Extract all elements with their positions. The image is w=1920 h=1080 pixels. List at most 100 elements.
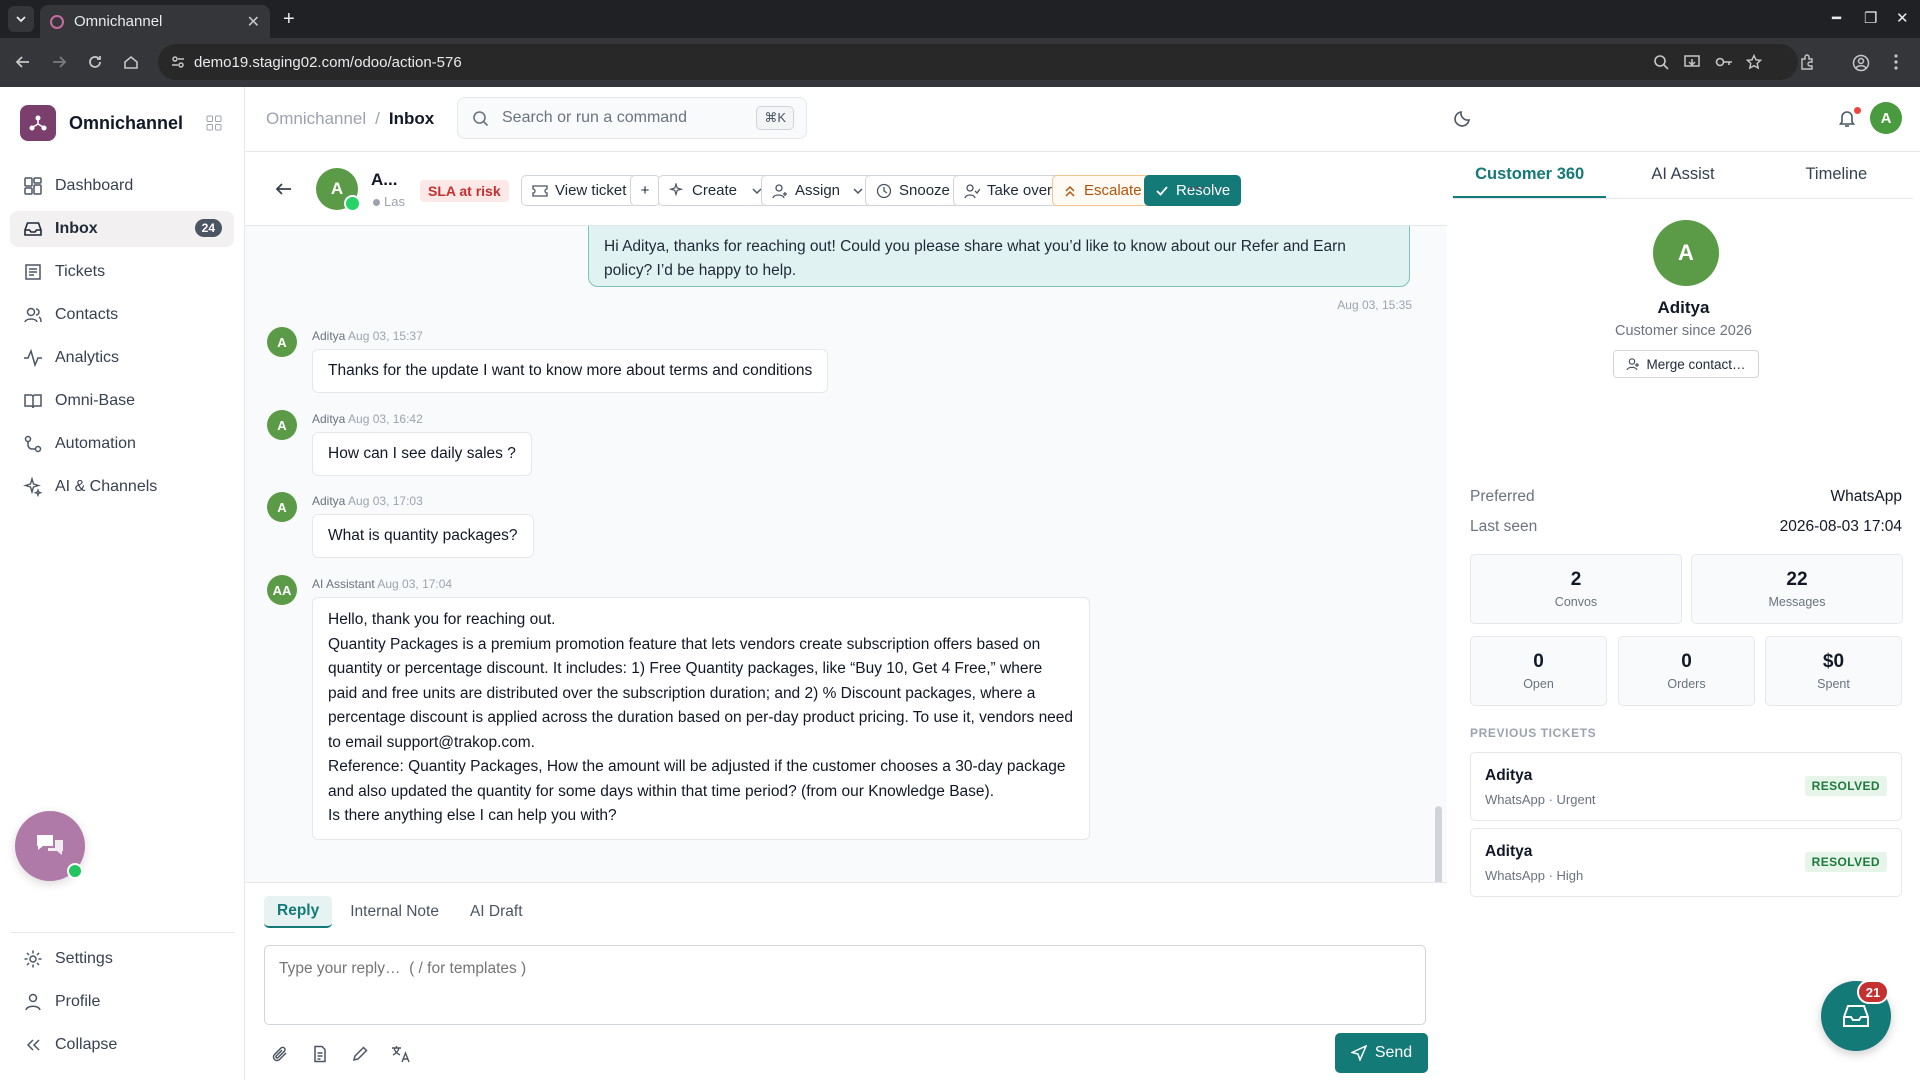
sidebar-item-omni-base[interactable]: Omni-Base <box>10 383 234 419</box>
sidebar-item-collapse[interactable]: Collapse <box>10 1027 234 1063</box>
extensions-icon[interactable] <box>1799 54 1815 70</box>
assign-dropdown[interactable]: Assign <box>761 175 876 206</box>
message-meta: Aditya Aug 03, 15:37 <box>312 329 423 343</box>
customer-panel: Customer 360 AI Assist Timeline A Aditya… <box>1447 152 1920 1080</box>
sidebar-item-inbox[interactable]: Inbox 24 <box>10 211 234 247</box>
tab-ai-assist[interactable]: AI Assist <box>1606 152 1759 198</box>
maximize-button[interactable]: ❐ <box>1864 9 1877 27</box>
breadcrumb: Omnichannel / Inbox <box>266 109 435 128</box>
merge-contact-button[interactable]: Merge contact… <box>1613 350 1759 378</box>
bookmark-star-icon[interactable] <box>1746 54 1762 70</box>
breadcrumb-root[interactable]: Omnichannel <box>266 109 366 128</box>
take-over-button[interactable]: Take over <box>953 175 1064 206</box>
sidebar-item-contacts[interactable]: Contacts <box>10 297 234 333</box>
sidebar-item-profile[interactable]: Profile <box>10 984 234 1020</box>
tab-customer-360[interactable]: Customer 360 <box>1453 152 1607 198</box>
dark-mode-icon[interactable] <box>1453 108 1473 128</box>
online-status-dot <box>67 863 83 879</box>
brand-name: Omnichannel <box>69 112 184 133</box>
reply-composer: Reply Internal Note AI Draft Send <box>245 882 1447 1080</box>
reload-icon[interactable] <box>86 53 104 71</box>
status-badge: RESOLVED <box>1804 852 1887 872</box>
stat-spent: $0 Spent <box>1765 636 1902 706</box>
more-options-icon[interactable] <box>1189 186 1205 190</box>
sidebar-item-ai-channels[interactable]: AI & Channels <box>10 469 234 505</box>
translate-icon[interactable] <box>391 1045 411 1063</box>
sidebar-item-label: Omni-Base <box>55 392 136 409</box>
dashboard-icon <box>24 177 42 195</box>
close-window-button[interactable]: ✕ <box>1896 9 1909 27</box>
user-avatar[interactable]: A <box>1870 102 1902 134</box>
command-search[interactable]: Search or run a command ⌘K <box>457 97 807 139</box>
tab-close-icon[interactable]: ✕ <box>247 12 260 32</box>
sidebar-item-settings[interactable]: Settings <box>10 941 234 977</box>
reply-input[interactable] <box>264 945 1426 1025</box>
previous-tickets-heading: PREVIOUS TICKETS <box>1470 726 1597 740</box>
sidebar-item-dashboard[interactable]: Dashboard <box>10 168 234 204</box>
inbox-tray-icon <box>1843 1005 1869 1027</box>
contact-name[interactable]: A... <box>371 170 397 190</box>
escalate-button[interactable]: Escalate <box>1052 175 1153 206</box>
tab-search-button[interactable] <box>8 6 34 32</box>
sidebar-item-tickets[interactable]: Tickets <box>10 254 234 290</box>
assign-user-icon <box>772 183 787 198</box>
site-info-icon[interactable] <box>170 54 186 70</box>
inbox-icon <box>24 222 42 236</box>
tab-timeline[interactable]: Timeline <box>1760 152 1913 198</box>
attachment-icon[interactable] <box>271 1045 289 1063</box>
home-icon[interactable] <box>122 53 140 71</box>
template-icon[interactable] <box>311 1045 329 1063</box>
tab-ai-draft[interactable]: AI Draft <box>457 896 536 928</box>
sidebar: Omnichannel Dashboard Inbox 24 Tickets C… <box>0 87 245 1080</box>
send-button[interactable]: Send <box>1335 1033 1428 1073</box>
browser-tab[interactable]: Omnichannel ✕ <box>40 5 270 38</box>
browser-menu-icon[interactable] <box>1894 54 1898 70</box>
ticket-icon <box>25 264 41 280</box>
forward-nav-icon[interactable] <box>50 53 68 71</box>
apps-grid-icon[interactable] <box>206 115 222 131</box>
avatar: A <box>267 492 297 522</box>
customer-avatar: A <box>1653 220 1719 286</box>
sidebar-item-label: Profile <box>55 993 101 1010</box>
avatar: A <box>267 410 297 440</box>
sparkle-icon <box>23 477 43 497</box>
back-nav-icon[interactable] <box>14 53 32 71</box>
live-chat-button[interactable] <box>15 811 85 881</box>
notification-dot <box>1854 107 1861 114</box>
profile-icon[interactable] <box>1852 54 1870 72</box>
chat-bubbles-icon <box>37 835 63 855</box>
stat-open: 0 Open <box>1470 636 1607 706</box>
tab-internal-note[interactable]: Internal Note <box>337 896 452 928</box>
add-button[interactable]: + <box>630 175 660 206</box>
message-list: Hi Aditya, thanks for reaching out! Coul… <box>245 226 1447 882</box>
stat-convos: 2 Convos <box>1470 554 1682 624</box>
sidebar-item-automation[interactable]: Automation <box>10 426 234 462</box>
view-ticket-button[interactable]: View ticket <box>521 175 638 206</box>
sidebar-item-analytics[interactable]: Analytics <box>10 340 234 376</box>
merge-user-icon <box>1626 358 1640 371</box>
user-takeover-icon <box>964 183 980 198</box>
previous-ticket[interactable]: Aditya WhatsApp · High RESOLVED <box>1470 828 1902 897</box>
previous-ticket[interactable]: Aditya WhatsApp · Urgent RESOLVED <box>1470 752 1902 821</box>
create-dropdown[interactable]: Create <box>658 175 775 206</box>
new-tab-button[interactable]: + <box>283 8 295 31</box>
pen-icon[interactable] <box>351 1045 369 1063</box>
ai-avatar: AA <box>267 575 297 605</box>
snooze-button[interactable]: Snooze <box>865 175 961 206</box>
back-arrow-icon[interactable] <box>275 180 293 198</box>
password-key-icon[interactable] <box>1715 54 1733 70</box>
plus-icon: + <box>640 182 650 199</box>
zoom-icon[interactable] <box>1653 54 1669 70</box>
sidebar-item-label: Inbox <box>55 220 98 237</box>
brand[interactable]: Omnichannel <box>20 105 183 141</box>
address-bar[interactable]: demo19.staging02.com/odoo/action-576 <box>158 44 1798 80</box>
tab-reply[interactable]: Reply <box>264 896 333 928</box>
scrollbar[interactable] <box>1435 806 1442 882</box>
user-icon <box>25 993 41 1011</box>
composer-tabs: Reply Internal Note AI Draft <box>264 896 541 928</box>
minimize-button[interactable]: ━ <box>1832 9 1841 27</box>
install-app-icon[interactable] <box>1684 54 1700 70</box>
resolve-button[interactable]: Resolve <box>1144 175 1242 206</box>
omnichannel-app: Omnichannel Dashboard Inbox 24 Tickets C… <box>0 87 1920 1080</box>
sidebar-item-label: Contacts <box>55 306 119 323</box>
